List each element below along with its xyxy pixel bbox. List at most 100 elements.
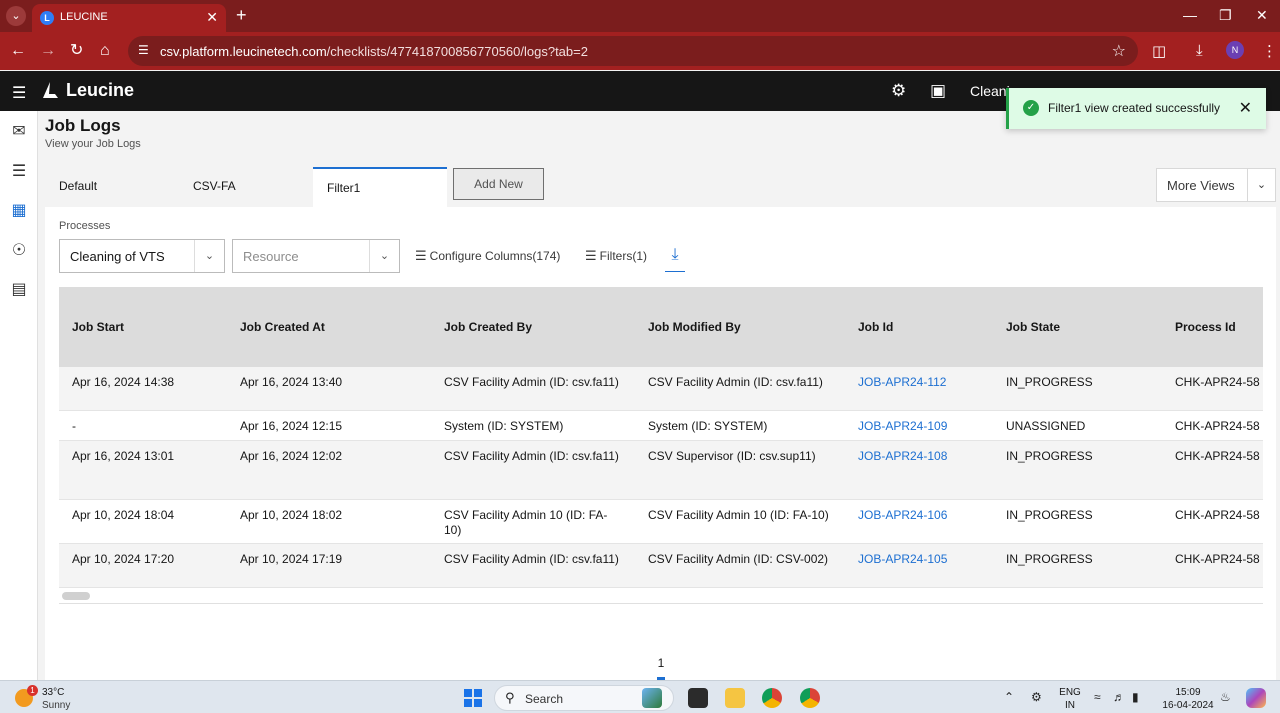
cell-job-created-at: Apr 10, 2024 17:19 [240,552,343,566]
site-info-icon[interactable]: ☰ [138,43,149,57]
column-header[interactable]: Job Created By [444,320,532,334]
sliders-icon: ☰ [415,248,427,263]
extensions-icon[interactable]: ◫ [1152,42,1166,60]
inbox-icon[interactable]: ✉ [8,121,30,143]
more-views-dropdown[interactable]: More Views ⌄ [1156,168,1276,202]
toast-close-icon[interactable]: ✕ [1239,98,1252,118]
chrome-icon[interactable] [762,688,782,708]
new-tab-button[interactable]: + [236,6,247,24]
chrome-profile-icon[interactable] [800,688,820,708]
app-logo-text: Leucine [66,80,135,100]
process-select-value: Cleaning of VTS [70,249,165,264]
browser-menu-icon[interactable]: ⋮ [1262,42,1277,60]
column-header[interactable]: Job State [1006,320,1060,334]
tab-close-icon[interactable]: ✕ [206,9,218,26]
resource-select[interactable]: Resource ⌄ [232,239,400,273]
chevron-down-icon: ⌄ [194,240,224,272]
table-header: Job Start Job Created At Job Created By … [59,287,1263,367]
column-header[interactable]: Job Modified By [648,320,741,334]
cell-job-state: IN_PROGRESS [1006,375,1093,389]
favicon-icon: L [40,11,54,25]
ontology-icon[interactable]: ☉ [8,240,30,262]
job-id-link[interactable]: JOB-APR24-106 [858,508,947,523]
configure-columns-button[interactable]: ☰ Configure Columns(174) [415,248,560,264]
cell-job-start: - [72,419,76,433]
language-indicator[interactable]: ENG [1058,687,1082,698]
restore-icon[interactable]: ❐ [1219,7,1232,24]
toast-message: Filter1 view created successfully [1048,101,1221,115]
clock-time[interactable]: 15:09 [1160,687,1216,698]
copilot-icon[interactable] [1246,688,1266,708]
table-row[interactable]: - Apr 16, 2024 12:15 System (ID: SYSTEM)… [59,411,1263,441]
home-icon[interactable]: ⌂ [100,42,110,60]
window-close-icon[interactable]: ✕ [1256,7,1268,24]
tray-chevron-icon[interactable]: ⌃ [1004,690,1014,704]
language-region[interactable]: IN [1058,700,1082,711]
tab-search-button[interactable]: ⌄ [6,6,26,26]
volume-icon[interactable]: ♬ [1113,690,1125,704]
file-explorer-icon[interactable] [725,688,745,708]
reports-icon[interactable]: ▤ [8,279,30,301]
checklist-icon[interactable]: ☰ [8,161,30,183]
tab-title: LEUCINE [60,11,108,23]
back-icon[interactable]: ← [10,42,26,60]
tab-csv-fa[interactable]: CSV-FA [179,167,313,207]
download-icon[interactable]: ⤓ [665,246,685,272]
address-bar[interactable]: ☰ csv.platform.leucinetech.com/checklist… [128,36,1138,66]
notification-bell-icon[interactable]: ♨ [1220,690,1231,704]
horizontal-scrollbar[interactable] [59,590,1263,604]
cell-job-created-at: Apr 10, 2024 18:02 [240,508,343,522]
chevron-down-icon: ⌄ [1247,169,1275,201]
job-logs-icon[interactable]: ▦ [8,200,30,222]
job-id-link[interactable]: JOB-APR24-109 [858,419,947,434]
weather-badge: 1 [27,685,38,696]
settings-gear-icon[interactable]: ⚙ [891,81,906,101]
tab-default[interactable]: Default [45,167,179,207]
scan-icon[interactable]: ▣ [930,81,946,101]
cell-process-id: CHK-APR24-58 [1175,375,1260,389]
battery-icon[interactable]: ▮ [1132,690,1139,704]
task-view-icon[interactable] [688,688,708,708]
scrollbar-thumb[interactable] [62,592,90,600]
configure-columns-label: Configure Columns(174) [429,249,561,263]
table-row[interactable]: Apr 10, 2024 18:04 Apr 10, 2024 18:02 CS… [59,500,1263,544]
cell-job-state: IN_PROGRESS [1006,552,1093,566]
tab-filter1[interactable]: Filter1 [313,167,447,207]
job-id-link[interactable]: JOB-APR24-105 [858,552,947,567]
clock-date[interactable]: 16-04-2024 [1160,700,1216,711]
hamburger-menu-icon[interactable]: ☰ [12,83,26,103]
table-row[interactable]: Apr 16, 2024 14:38 Apr 16, 2024 13:40 CS… [59,367,1263,411]
bookmark-star-icon[interactable]: ☆ [1112,41,1126,61]
profile-avatar[interactable]: N [1226,41,1244,59]
table-row[interactable]: Apr 16, 2024 13:01 Apr 16, 2024 12:02 CS… [59,441,1263,500]
cell-job-modified-by: System (ID: SYSTEM) [648,419,768,433]
cell-process-id: CHK-APR24-58 [1175,449,1260,463]
reload-icon[interactable]: ↻ [70,42,83,60]
use-case-selector[interactable]: Cleani [970,83,1010,99]
forward-icon[interactable]: → [40,42,56,60]
weather-condition[interactable]: Sunny [42,700,70,711]
page-number[interactable]: 1 [654,656,668,670]
cell-job-created-at: Apr 16, 2024 12:15 [240,419,343,433]
browser-tab[interactable]: L LEUCINE ✕ [32,4,226,32]
column-header[interactable]: Job Id [858,320,893,334]
job-id-link[interactable]: JOB-APR24-112 [858,375,946,390]
process-select[interactable]: Cleaning of VTS ⌄ [59,239,225,273]
downloads-icon[interactable]: ⤓ [1196,42,1203,59]
cell-job-modified-by: CSV Facility Admin (ID: CSV-002) [648,552,829,566]
column-header[interactable]: Job Start [72,320,124,334]
job-id-link[interactable]: JOB-APR24-108 [858,449,947,464]
column-header[interactable]: Process Id [1175,320,1236,334]
cell-job-start: Apr 16, 2024 13:01 [72,449,175,463]
filters-button[interactable]: ☰ Filters(1) [585,248,647,264]
wifi-icon[interactable]: ≈ [1094,690,1101,704]
add-new-view-button[interactable]: Add New [453,168,544,200]
widgets-icon[interactable] [642,688,662,708]
table-row[interactable]: Apr 10, 2024 17:20 Apr 10, 2024 17:19 CS… [59,544,1263,588]
weather-temperature[interactable]: 33°C [42,687,64,698]
windows-start-icon[interactable] [464,689,482,707]
minimize-icon[interactable]: — [1183,7,1197,23]
column-header[interactable]: Job Created At [240,320,325,334]
page-subtitle: View your Job Logs [45,138,141,150]
network-globe-icon[interactable]: ⚙ [1031,690,1042,704]
